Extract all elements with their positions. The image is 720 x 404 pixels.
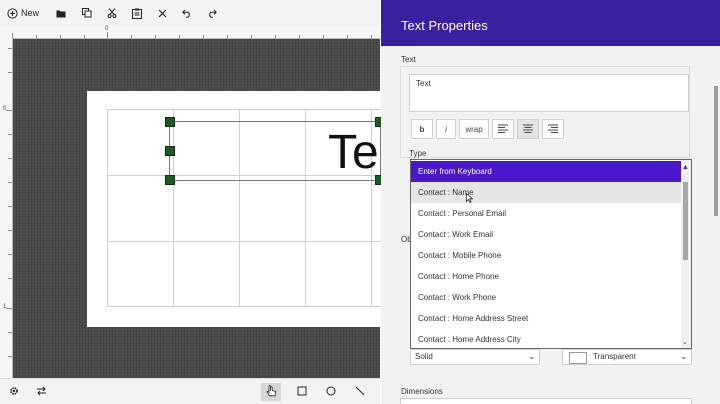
type-option-contact-personal-email[interactable]: Contact : Personal Email <box>411 203 681 224</box>
border-style-select[interactable]: Solid ⌄ <box>410 349 540 365</box>
chevron-down-icon: ⌄ <box>528 352 535 361</box>
main-toolbar: New <box>0 0 380 26</box>
bold-button-label: b <box>419 124 425 134</box>
align-right-button[interactable] <box>542 119 564 139</box>
delete-icon <box>158 9 167 18</box>
italic-button[interactable]: i <box>436 119 456 139</box>
ellipse-tool-button[interactable] <box>321 383 341 401</box>
wrap-button-label: wrap <box>465 124 483 134</box>
new-button[interactable]: New <box>4 4 42 22</box>
rectangle-icon <box>297 386 307 398</box>
open-button[interactable] <box>54 4 68 22</box>
type-option-contact-home-address-street[interactable]: Contact : Home Address Street <box>411 308 681 329</box>
scroll-down-icon[interactable]: ⌄ <box>682 338 688 346</box>
design-canvas[interactable]: Te <box>13 39 397 378</box>
line-tool-button[interactable] <box>350 383 370 401</box>
type-dropdown-list[interactable]: Enter from Keyboard Contact : Name Conta… <box>410 159 692 349</box>
cut-button[interactable] <box>105 4 119 22</box>
swap-icon <box>36 386 47 398</box>
resize-handle-bottom-left[interactable] <box>165 175 175 185</box>
undo-button[interactable] <box>180 4 194 22</box>
copy-button[interactable] <box>80 4 94 22</box>
chevron-down-icon: ⌄ <box>680 352 687 361</box>
cut-icon <box>107 8 117 18</box>
paste-button[interactable] <box>130 4 144 22</box>
ruler-left-one: 1 <box>3 304 7 310</box>
undo-icon <box>182 9 192 18</box>
dropdown-scrollbar[interactable]: ▲ ⌄ <box>681 160 691 348</box>
text-content-value: Text <box>416 79 431 88</box>
align-center-icon <box>523 124 533 135</box>
type-option-contact-work-email[interactable]: Contact : Work Email <box>411 224 681 245</box>
ruler-left-zero: 0 <box>3 106 7 112</box>
type-option-enter-from-keyboard[interactable]: Enter from Keyboard <box>411 161 681 182</box>
ruler-corner <box>0 26 12 38</box>
type-option-contact-home-address-city[interactable]: Contact : Home Address City <box>411 329 681 350</box>
swap-button[interactable] <box>31 383 51 401</box>
fill-color-value: Transparent <box>593 352 636 361</box>
text-element[interactable]: Te <box>169 121 381 181</box>
gear-icon <box>9 386 19 398</box>
ellipse-icon <box>326 386 336 398</box>
panel-scrollbar[interactable] <box>712 46 720 404</box>
bottom-toolbar <box>0 378 380 404</box>
resize-handle-middle-left[interactable] <box>165 146 175 156</box>
wrap-button[interactable]: wrap <box>459 119 489 139</box>
dropdown-scrollbar-thumb[interactable] <box>683 182 688 260</box>
border-style-value: Solid <box>415 352 433 361</box>
text-element-content: Te <box>328 126 379 179</box>
new-button-label: New <box>20 8 39 18</box>
label-paper[interactable]: Te <box>87 91 397 327</box>
panel-scrollbar-thumb[interactable] <box>714 86 718 216</box>
align-left-button[interactable] <box>492 119 514 139</box>
text-content-input[interactable]: Text <box>409 74 689 112</box>
color-swatch <box>569 352 587 364</box>
scroll-up-icon[interactable]: ▲ <box>682 164 689 171</box>
ruler-vertical: 0 1 <box>0 38 13 378</box>
text-section-label: Text <box>401 55 416 64</box>
type-option-contact-mobile-phone[interactable]: Contact : Mobile Phone <box>411 245 681 266</box>
dimensions-label: Dimensions <box>401 387 443 396</box>
resize-handle-top-left[interactable] <box>165 117 175 127</box>
settings-button[interactable] <box>4 383 24 401</box>
type-option-contact-name[interactable]: Contact : Name <box>411 182 681 203</box>
ruler-horizontal: 0 <box>12 26 380 39</box>
app-window: New 0 0 1 Te Text Properties Text Text b… <box>0 0 720 404</box>
panel-header: Text Properties <box>381 0 720 46</box>
align-right-icon <box>548 124 558 135</box>
ruler-top-zero: 0 <box>105 26 109 32</box>
type-option-contact-home-phone[interactable]: Contact : Home Phone <box>411 266 681 287</box>
line-icon <box>355 386 365 398</box>
folder-icon <box>56 9 66 18</box>
mouse-cursor-icon <box>466 192 474 205</box>
bold-button[interactable]: b <box>411 119 433 139</box>
redo-button[interactable] <box>205 4 219 22</box>
type-label: Type <box>409 149 427 158</box>
align-center-button[interactable] <box>517 119 539 139</box>
copy-icon <box>82 8 92 18</box>
delete-button[interactable] <box>155 4 169 22</box>
rectangle-tool-button[interactable] <box>292 383 312 401</box>
pointer-icon <box>265 385 277 399</box>
align-left-icon <box>498 124 508 135</box>
fill-color-select[interactable]: Transparent ⌄ <box>562 349 692 365</box>
paste-icon <box>132 8 142 19</box>
plus-circle-icon <box>7 7 18 19</box>
panel-title: Text Properties <box>401 18 488 33</box>
italic-button-label: i <box>445 124 447 134</box>
dimensions-input[interactable] <box>400 398 692 404</box>
redo-icon <box>207 9 217 18</box>
type-option-contact-work-phone[interactable]: Contact : Work Phone <box>411 287 681 308</box>
select-tool-button[interactable] <box>261 383 281 401</box>
